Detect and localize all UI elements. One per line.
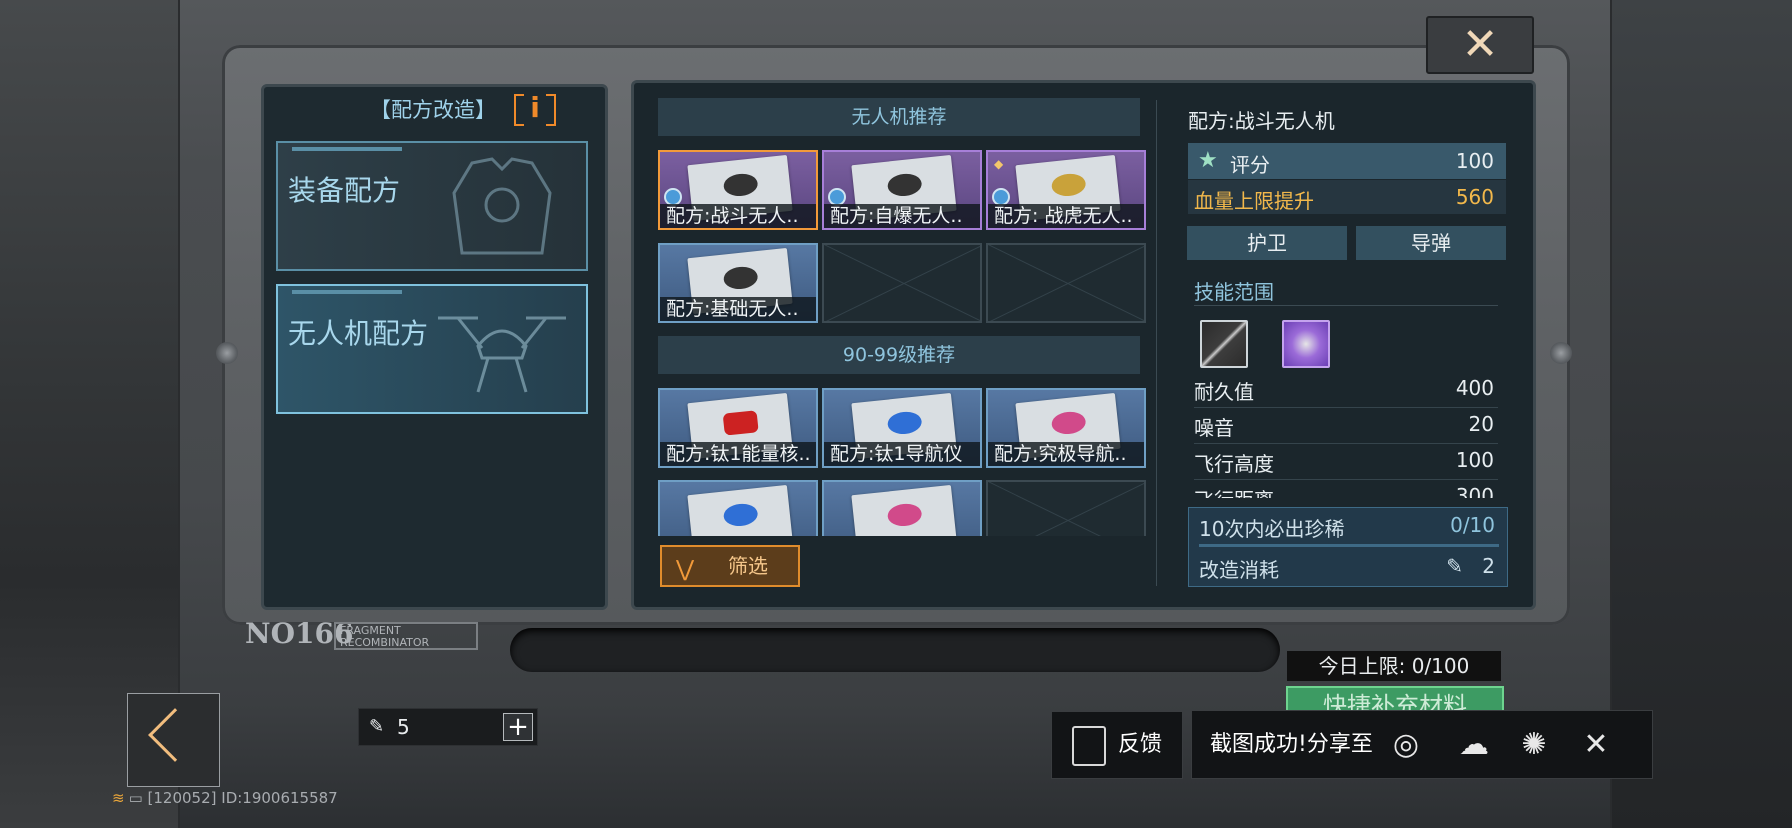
- recipe-item-combat-drone[interactable]: 配方:战斗无人..: [658, 150, 818, 230]
- bolt-left: [216, 342, 238, 364]
- feedback-button[interactable]: 反馈: [1051, 711, 1183, 779]
- recipe-item-partial[interactable]: [822, 480, 982, 536]
- stats-list[interactable]: 耐久值 400 噪音 20 飞行高度 100 飞行距离 300: [1188, 374, 1508, 498]
- empty-slot: [822, 243, 982, 323]
- category-label: 装备配方: [288, 174, 401, 207]
- divider: [1156, 100, 1157, 586]
- armor-vest-icon: [452, 157, 552, 255]
- background-right: [1612, 0, 1792, 828]
- close-icon[interactable]: ✕: [1576, 727, 1616, 763]
- chevron-down-icon: ⋁: [676, 557, 695, 582]
- stat-row: 飞行高度 100: [1194, 448, 1498, 480]
- pen-icon: ✎: [1446, 554, 1463, 578]
- guarantee-label: 10次内必出珍稀: [1199, 517, 1345, 541]
- hp-label: 血量上限提升: [1194, 189, 1314, 213]
- recipe-item-tiger-drone[interactable]: ◆ 配方: 战虎无人..: [986, 150, 1146, 230]
- section-level-recommended: 90-99级推荐: [658, 336, 1140, 374]
- hp-value: 560: [1455, 185, 1494, 209]
- empty-slot: [986, 243, 1146, 323]
- section-drone-recommended: 无人机推荐: [658, 98, 1140, 136]
- recipe-item-ultimate-navigator[interactable]: 配方:究极导航..: [986, 388, 1146, 468]
- recipe-item-label: 配方:究极导航..: [988, 442, 1144, 466]
- stat-label: 噪音: [1194, 416, 1234, 440]
- recipe-item-label: 配方:钛1能量核..: [660, 442, 816, 466]
- card-topbar: [292, 147, 402, 151]
- category-drone[interactable]: 无人机配方: [276, 284, 588, 414]
- stat-label: 耐久值: [1194, 380, 1254, 404]
- guarantee-progress: 0/10: [1450, 513, 1495, 537]
- stat-value: 100: [1455, 448, 1494, 472]
- tag-missile: 导弹: [1356, 226, 1506, 260]
- chevron-left-icon: [148, 708, 202, 762]
- moments-icon[interactable]: ✺: [1514, 727, 1554, 763]
- score-value: 100: [1455, 149, 1494, 173]
- stat-value: 20: [1468, 412, 1494, 436]
- filter-label: 筛选: [728, 554, 768, 578]
- wifi-icon: ≋: [112, 789, 125, 807]
- pen-icon: ✎: [369, 716, 385, 737]
- material-stock: ✎ 5 +: [358, 708, 538, 746]
- clipboard-icon: [1072, 726, 1106, 766]
- stat-label: 飞行距离: [1194, 488, 1274, 498]
- category-label: 无人机配方: [288, 317, 429, 350]
- recipe-item-label: 配方:钛1导航仪: [824, 442, 980, 466]
- score-row: ★ 评分 100: [1188, 143, 1506, 179]
- back-button[interactable]: [127, 693, 220, 787]
- recipe-item-label: 配方:战斗无人..: [660, 204, 816, 228]
- recipe-item-suicide-drone[interactable]: 配方:自爆无人..: [822, 150, 982, 230]
- star-rating-icon: ★: [1198, 148, 1218, 173]
- spider-skill-icon[interactable]: [1282, 320, 1330, 368]
- weibo-icon[interactable]: ◎: [1386, 727, 1426, 763]
- recipe-item-partial[interactable]: [658, 480, 818, 536]
- guarantee-bar: [1199, 544, 1499, 547]
- panel-title: 【配方改造】: [370, 98, 496, 122]
- cost-label: 改造消耗: [1199, 558, 1279, 582]
- close-button[interactable]: ✕: [1426, 16, 1534, 74]
- recipe-paper-icon: [687, 484, 793, 536]
- recipe-row-partial: [656, 478, 1156, 536]
- feedback-label: 反馈: [1118, 732, 1163, 757]
- close-icon: ✕: [1461, 19, 1499, 70]
- stock-value: 5: [397, 715, 410, 739]
- recipe-item-label: 配方:基础无人..: [660, 297, 816, 321]
- empty-slot: [986, 480, 1146, 536]
- recipe-paper-icon: [851, 484, 957, 536]
- score-label: 评分: [1230, 153, 1270, 177]
- player-id: ≋ ▭ [120052] ID:1900615587: [112, 789, 338, 807]
- recipe-item-energy-core[interactable]: 配方:钛1能量核..: [658, 388, 818, 468]
- tag-guard: 护卫: [1187, 226, 1347, 260]
- stat-row: 噪音 20: [1194, 412, 1498, 444]
- daily-limit: 今日上限: 0/100: [1287, 651, 1501, 681]
- divider: [1194, 305, 1498, 306]
- info-button[interactable]: i: [514, 92, 556, 126]
- recipe-item-basic-drone[interactable]: 配方:基础无人..: [658, 243, 818, 323]
- wechat-icon[interactable]: ☁: [1454, 727, 1494, 763]
- share-label: 截图成功!分享至: [1210, 732, 1373, 757]
- machine-plate-label: FRAGMENT RECOMBINATOR: [334, 622, 478, 650]
- stat-value: 400: [1455, 376, 1494, 400]
- recipe-detail-title: 配方:战斗无人机: [1188, 109, 1335, 133]
- output-slot: [510, 628, 1280, 672]
- stat-value: 300: [1455, 484, 1494, 498]
- drone-icon: [438, 316, 566, 393]
- recipe-item-label: 配方: 战虎无人..: [988, 204, 1144, 228]
- card-topbar: [292, 290, 402, 294]
- hp-row: 血量上限提升 560: [1188, 180, 1506, 214]
- category-equipment[interactable]: 装备配方: [276, 141, 588, 271]
- stat-label: 飞行高度: [1194, 452, 1274, 476]
- missile-skill-icon[interactable]: [1200, 320, 1248, 368]
- cost-value: 2: [1482, 554, 1495, 578]
- filter-button[interactable]: ⋁ 筛选: [660, 545, 800, 587]
- battery-icon: ▭: [128, 789, 148, 807]
- stat-row: 耐久值 400: [1194, 376, 1498, 408]
- add-material-button[interactable]: +: [503, 713, 533, 741]
- recipe-item-navigator[interactable]: 配方:钛1导航仪: [822, 388, 982, 468]
- skills-heading: 技能范围: [1194, 280, 1274, 304]
- bolt-right: [1550, 342, 1572, 364]
- recipe-item-label: 配方:自爆无人..: [824, 204, 980, 228]
- modify-info-box: 10次内必出珍稀 0/10 改造消耗 ✎ 2: [1188, 507, 1508, 587]
- diamond-icon: ◆: [994, 157, 1004, 171]
- share-bar: 截图成功!分享至 ◎ ☁ ✺ ✕: [1191, 710, 1653, 779]
- stat-row: 飞行距离 300: [1194, 484, 1498, 498]
